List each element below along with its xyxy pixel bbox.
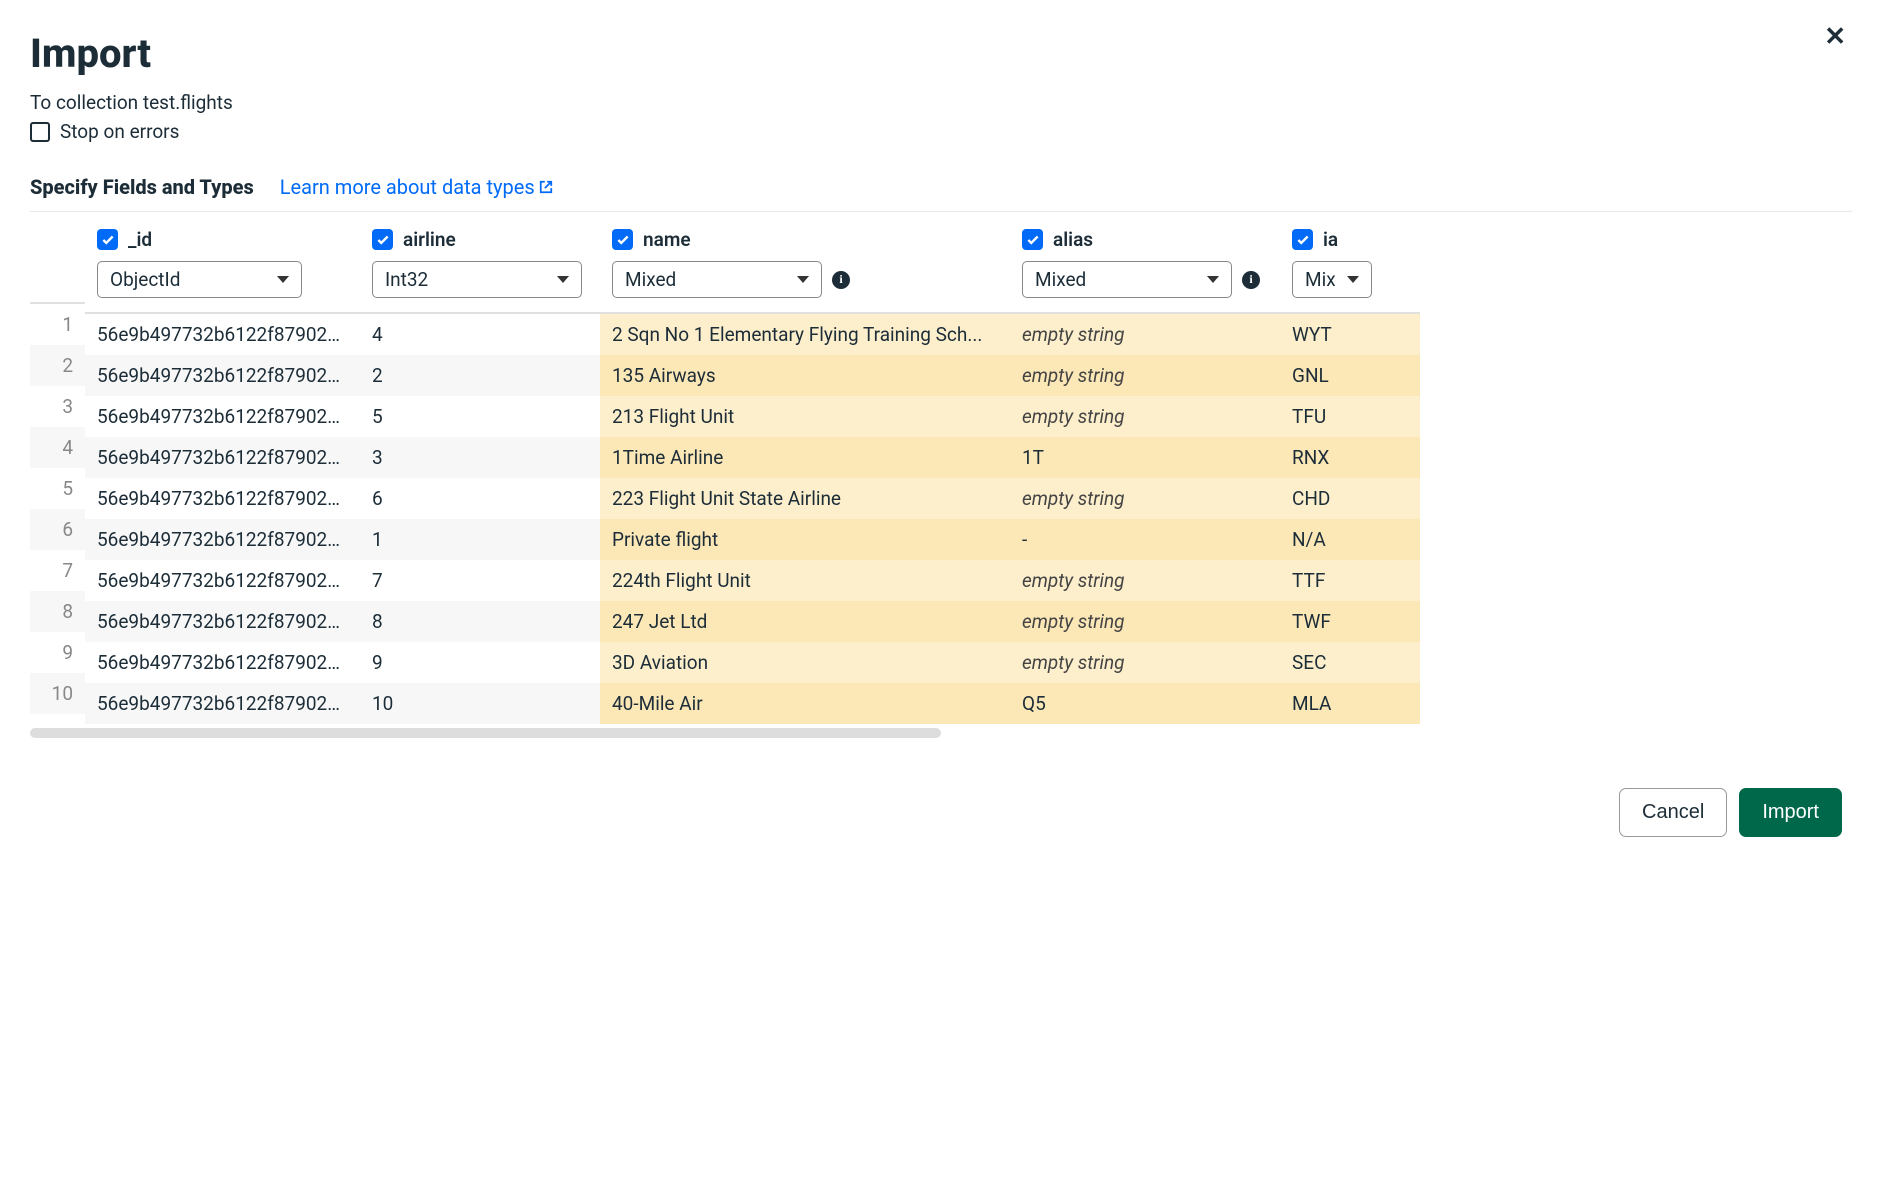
table-cell: N/A <box>1280 519 1420 560</box>
horizontal-scrollbar[interactable] <box>30 728 941 738</box>
column-header-label: airline <box>403 228 456 251</box>
table-cell: empty string <box>1010 478 1280 519</box>
column-include-checkbox[interactable] <box>372 229 393 250</box>
table-cell: 223 Flight Unit State Airline <box>600 478 1010 519</box>
table-cell: CHD <box>1280 478 1420 519</box>
table-cell: 1 <box>360 519 600 560</box>
table-cell: TTF <box>1280 560 1420 601</box>
column-header-label: name <box>643 228 691 251</box>
column-include-checkbox[interactable] <box>1022 229 1043 250</box>
column-header-label: alias <box>1053 228 1093 251</box>
table-cell: 56e9b497732b6122f8790289 <box>85 683 360 724</box>
stop-on-errors-checkbox[interactable] <box>30 122 50 142</box>
table-cell: 247 Jet Ltd <box>600 601 1010 642</box>
table-cell: empty string <box>1010 396 1280 437</box>
table-cell: 9 <box>360 642 600 683</box>
table-cell: empty string <box>1010 560 1280 601</box>
table-cell: SEC <box>1280 642 1420 683</box>
row-number: 8 <box>30 591 85 632</box>
table-cell: MLA <box>1280 683 1420 724</box>
preview-table: 12345678910_idObjectId56e9b497732b6122f8… <box>30 211 1852 738</box>
chevron-down-icon <box>797 276 809 283</box>
table-cell: RNX <box>1280 437 1420 478</box>
table-cell: 8 <box>360 601 600 642</box>
type-select[interactable]: Mixed <box>1022 261 1232 298</box>
table-cell: TWF <box>1280 601 1420 642</box>
table-cell: empty string <box>1010 601 1280 642</box>
table-cell: 1T <box>1010 437 1280 478</box>
table-cell: 224th Flight Unit <box>600 560 1010 601</box>
table-cell: Q5 <box>1010 683 1280 724</box>
table-cell: 56e9b497732b6122f8790288 <box>85 642 360 683</box>
table-cell: empty string <box>1010 314 1280 355</box>
table-cell: empty string <box>1010 642 1280 683</box>
type-select[interactable]: Mix <box>1292 261 1372 298</box>
collection-subtitle: To collection test.flights <box>30 91 1852 114</box>
column-header-label: ia <box>1323 228 1338 251</box>
table-cell: Private flight <box>600 519 1010 560</box>
type-select[interactable]: Mixed <box>612 261 822 298</box>
stop-on-errors-label: Stop on errors <box>60 120 179 143</box>
chevron-down-icon <box>277 276 289 283</box>
table-cell: 3 <box>360 437 600 478</box>
fields-types-heading: Specify Fields and Types <box>30 175 254 199</box>
table-cell: 4 <box>360 314 600 355</box>
chevron-down-icon <box>557 276 569 283</box>
table-cell: 2 Sqn No 1 Elementary Flying Training Sc… <box>600 314 1010 355</box>
table-cell: 135 Airways <box>600 355 1010 396</box>
table-cell: TFU <box>1280 396 1420 437</box>
row-number: 3 <box>30 386 85 427</box>
table-cell: 56e9b497732b6122f8790280 <box>85 314 360 355</box>
table-cell: 56e9b497732b6122f8790287 <box>85 601 360 642</box>
row-number: 10 <box>30 673 85 714</box>
table-cell: 10 <box>360 683 600 724</box>
close-icon[interactable]: ✕ <box>1818 20 1852 53</box>
row-number: 4 <box>30 427 85 468</box>
cancel-button[interactable]: Cancel <box>1619 788 1727 837</box>
info-icon[interactable]: i <box>832 271 850 289</box>
column-include-checkbox[interactable] <box>1292 229 1313 250</box>
row-number: 5 <box>30 468 85 509</box>
chevron-down-icon <box>1207 276 1219 283</box>
info-icon[interactable]: i <box>1242 271 1260 289</box>
column-include-checkbox[interactable] <box>97 229 118 250</box>
table-cell: 5 <box>360 396 600 437</box>
table-cell: 56e9b497732b6122f8790286 <box>85 560 360 601</box>
table-cell: 56e9b497732b6122f8790281 <box>85 355 360 396</box>
table-cell: 56e9b497732b6122f8790282 <box>85 396 360 437</box>
import-button[interactable]: Import <box>1739 788 1842 837</box>
row-number: 1 <box>30 304 85 345</box>
learn-more-label: Learn more about data types <box>280 175 535 199</box>
table-cell: 1Time Airline <box>600 437 1010 478</box>
table-cell: 6 <box>360 478 600 519</box>
row-number: 9 <box>30 632 85 673</box>
chevron-down-icon <box>1347 276 1359 283</box>
row-number: 2 <box>30 345 85 386</box>
type-select[interactable]: ObjectId <box>97 261 302 298</box>
table-cell: 2 <box>360 355 600 396</box>
table-cell: empty string <box>1010 355 1280 396</box>
table-cell: WYT <box>1280 314 1420 355</box>
external-link-icon <box>539 180 553 194</box>
table-cell: GNL <box>1280 355 1420 396</box>
table-cell: 56e9b497732b6122f8790285 <box>85 519 360 560</box>
learn-more-link[interactable]: Learn more about data types <box>280 175 553 199</box>
table-cell: 56e9b497732b6122f8790283 <box>85 437 360 478</box>
table-cell: 7 <box>360 560 600 601</box>
table-cell: 213 Flight Unit <box>600 396 1010 437</box>
type-select[interactable]: Int32 <box>372 261 582 298</box>
table-cell: 3D Aviation <box>600 642 1010 683</box>
column-include-checkbox[interactable] <box>612 229 633 250</box>
row-number: 7 <box>30 550 85 591</box>
table-cell: 56e9b497732b6122f8790284 <box>85 478 360 519</box>
column-header-label: _id <box>128 228 152 251</box>
table-cell: - <box>1010 519 1280 560</box>
table-cell: 40-Mile Air <box>600 683 1010 724</box>
row-number: 6 <box>30 509 85 550</box>
page-title: Import <box>30 30 1852 77</box>
